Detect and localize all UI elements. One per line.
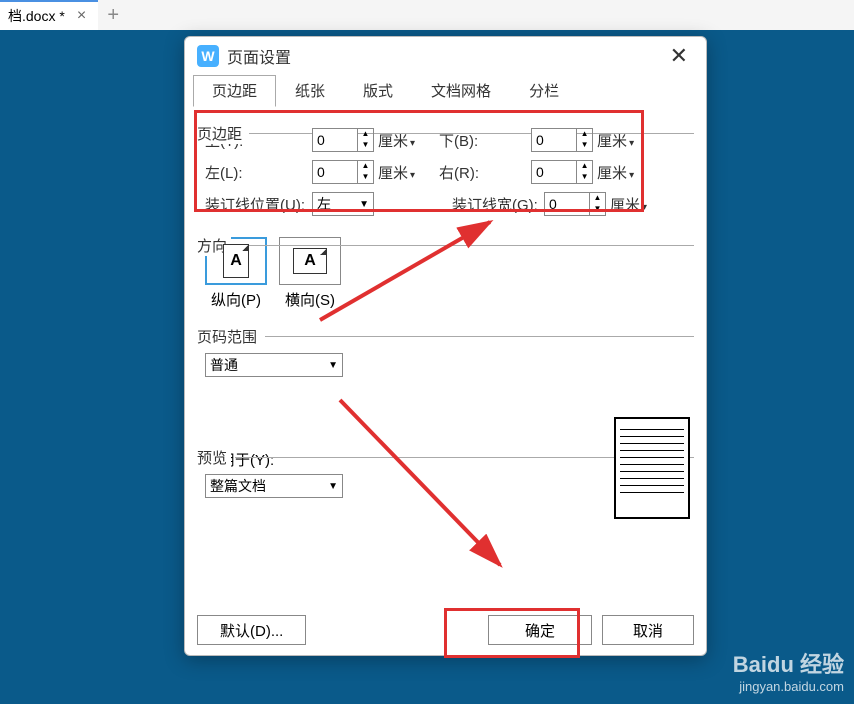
dialog-body: 页边距 上(T): ▲▼ 厘米 下(B): ▲▼ 厘米 左(L): ▲▼ 厘米 …: [197, 107, 694, 603]
app-icon: W: [197, 45, 219, 67]
gutter-pos-combo[interactable]: 左▼: [312, 192, 374, 216]
top-margin-input[interactable]: ▲▼: [312, 128, 374, 152]
tab-columns[interactable]: 分栏: [510, 75, 578, 107]
tab-margins[interactable]: 页边距: [193, 75, 276, 107]
margins-legend: 页边距: [197, 123, 246, 144]
bottom-margin-input[interactable]: ▲▼: [531, 128, 593, 152]
margins-fieldset: 页边距 上(T): ▲▼ 厘米 下(B): ▲▼ 厘米 左(L): ▲▼ 厘米 …: [197, 125, 694, 219]
tab-bar: 档.docx * × +: [0, 0, 854, 30]
spin-down-icon[interactable]: ▼: [358, 140, 373, 151]
left-margin-input[interactable]: ▲▼: [312, 160, 374, 184]
left-margin-label: 左(L):: [197, 162, 312, 183]
spin-up-icon[interactable]: ▲: [577, 129, 592, 140]
ok-button[interactable]: 确定: [488, 615, 592, 645]
multi-page-combo[interactable]: 普通▼: [205, 353, 343, 377]
close-icon[interactable]: ×: [73, 7, 90, 25]
watermark-brand: Baidu 经验: [733, 647, 844, 679]
dialog-title: 页面设置: [227, 44, 656, 68]
chevron-down-icon: ▼: [328, 360, 338, 371]
spin-down-icon[interactable]: ▼: [590, 204, 605, 215]
multi-page-label: 多页(M):: [205, 328, 694, 349]
right-margin-label: 右(R):: [431, 162, 531, 183]
spin-up-icon[interactable]: ▲: [577, 161, 592, 172]
right-unit[interactable]: 厘米: [597, 162, 634, 183]
dialog-close-button[interactable]: ✕: [664, 43, 694, 69]
right-margin-input[interactable]: ▲▼: [531, 160, 593, 184]
chevron-down-icon: ▼: [328, 481, 338, 492]
dialog-header: W 页面设置 ✕: [185, 37, 706, 75]
gutter-unit[interactable]: 厘米: [610, 194, 647, 215]
preview-legend: 预览: [197, 447, 231, 468]
dialog-footer: 默认(D)... 确定 取消: [197, 615, 694, 645]
gutter-pos-label: 装订线位置(U):: [197, 194, 312, 215]
page-range-fieldset: 页码范围 多页(M): 普通▼: [197, 328, 694, 377]
spin-up-icon[interactable]: ▲: [358, 129, 373, 140]
chevron-down-icon: ▼: [359, 199, 369, 210]
watermark: Baidu 经验 jingyan.baidu.com: [733, 647, 844, 694]
apply-to-combo[interactable]: 整篇文档▼: [205, 474, 343, 498]
dialog-tabs: 页边距 纸张 版式 文档网格 分栏: [185, 75, 706, 107]
page-setup-dialog: W 页面设置 ✕ 页边距 纸张 版式 文档网格 分栏 页边距 上(T): ▲▼ …: [184, 36, 707, 656]
gutter-w-input[interactable]: ▲▼: [544, 192, 606, 216]
spin-up-icon[interactable]: ▲: [590, 193, 605, 204]
left-unit[interactable]: 厘米: [378, 162, 415, 183]
cancel-button[interactable]: 取消: [602, 615, 694, 645]
tab-paper[interactable]: 纸张: [276, 75, 344, 107]
spin-down-icon[interactable]: ▼: [358, 172, 373, 183]
document-tab[interactable]: 档.docx * ×: [0, 0, 98, 30]
spin-down-icon[interactable]: ▼: [577, 172, 592, 183]
gutter-w-label: 装订线宽(G):: [444, 194, 544, 215]
spin-down-icon[interactable]: ▼: [577, 140, 592, 151]
default-button[interactable]: 默认(D)...: [197, 615, 306, 645]
tab-grid[interactable]: 文档网格: [412, 75, 510, 107]
orientation-fieldset: 方向 A 纵向(P) A 横向(S): [197, 237, 694, 310]
spin-up-icon[interactable]: ▲: [358, 161, 373, 172]
watermark-url: jingyan.baidu.com: [733, 679, 844, 694]
new-tab-button[interactable]: +: [98, 0, 128, 30]
page-preview: [614, 417, 690, 519]
tab-layout[interactable]: 版式: [344, 75, 412, 107]
range-legend: 页码范围: [197, 326, 261, 347]
document-tab-label: 档.docx *: [8, 6, 65, 26]
orientation-landscape[interactable]: A 横向(S): [279, 237, 341, 310]
